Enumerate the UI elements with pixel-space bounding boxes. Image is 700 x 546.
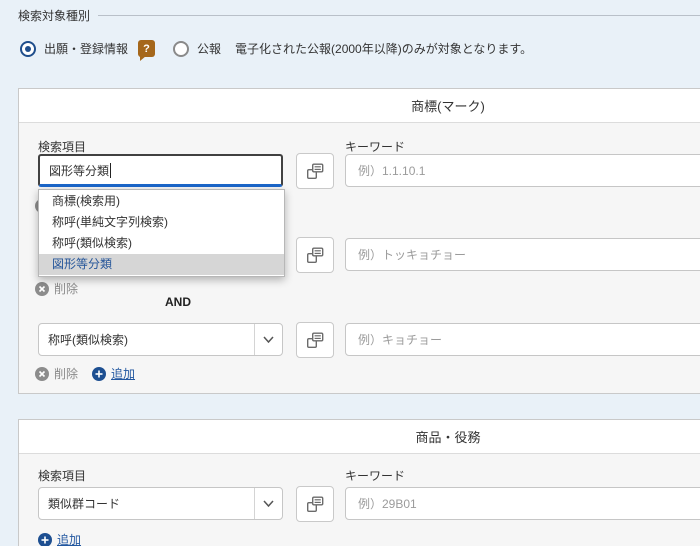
radio-gazette-label: 公報 bbox=[197, 42, 222, 56]
keyword-label-1: キーワード bbox=[345, 140, 406, 154]
help-icon[interactable]: ? bbox=[138, 40, 156, 61]
search-item-dropdown-list: 商標(検索用) 称呼(単純文字列検索) 称呼(類似検索) 図形等分類 bbox=[38, 189, 285, 277]
text-caret bbox=[110, 162, 112, 178]
copy-window-button-row2[interactable] bbox=[296, 237, 334, 273]
dropdown-option-similar-call[interactable]: 称呼(類似検索) bbox=[39, 233, 284, 254]
copy-window-icon bbox=[307, 163, 324, 180]
search-item-label-goods: 検索項目 bbox=[38, 469, 87, 483]
copy-window-button-row3[interactable] bbox=[296, 322, 334, 358]
combobox-separator bbox=[254, 488, 255, 519]
section-title-search-target: 検索対象種別 bbox=[18, 9, 91, 23]
copy-window-icon bbox=[307, 332, 324, 349]
keyword-input-row3[interactable] bbox=[345, 323, 700, 356]
search-target-page: 検索対象種別 出願・登録情報 ? 公報 電子化された公報(2000年以降)のみが… bbox=[0, 0, 700, 546]
chevron-down-icon bbox=[263, 335, 274, 343]
delete-link-row3-label[interactable]: 削除 bbox=[54, 365, 78, 382]
search-item-combobox-row1[interactable]: 図形等分類 bbox=[38, 154, 283, 187]
add-circle-icon bbox=[38, 532, 52, 546]
copy-window-icon bbox=[307, 247, 324, 264]
gazette-note: 電子化された公報(2000年以降)のみが対象となります。 bbox=[235, 42, 533, 56]
trademark-panel-header: 商標(マーク) bbox=[19, 89, 700, 123]
search-item-combobox-goods-value: 類似群コード bbox=[48, 497, 121, 511]
delete-circle-icon bbox=[35, 281, 49, 296]
goods-panel-header: 商品・役務 bbox=[19, 420, 700, 454]
search-item-combobox-row3-value: 称呼(類似検索) bbox=[48, 333, 128, 347]
copy-window-button-row1[interactable] bbox=[296, 153, 334, 189]
keyword-input-row2[interactable] bbox=[345, 238, 700, 271]
add-link-goods[interactable]: 追加 bbox=[38, 531, 81, 546]
add-circle-icon[interactable] bbox=[92, 366, 107, 381]
delete-circle-icon[interactable] bbox=[35, 366, 49, 381]
search-item-combobox-goods[interactable]: 類似群コード bbox=[38, 487, 283, 520]
keyword-input-goods[interactable] bbox=[345, 487, 700, 520]
add-link-goods-label: 追加 bbox=[57, 533, 82, 546]
goods-panel-title: 商品・役務 bbox=[415, 430, 481, 445]
search-item-combobox-row3[interactable]: 称呼(類似検索) bbox=[38, 323, 283, 356]
copy-window-button-goods[interactable] bbox=[296, 486, 334, 522]
chevron-down-icon bbox=[263, 499, 274, 507]
row3-link-row: 削除 追加 bbox=[35, 365, 135, 382]
radio-application-registration-label: 出願・登録情報 bbox=[44, 42, 129, 56]
search-item-combobox-row1-value: 図形等分類 bbox=[49, 163, 110, 178]
radio-application-registration[interactable] bbox=[20, 40, 36, 57]
trademark-panel-title: 商標(マーク) bbox=[411, 99, 485, 114]
section-divider bbox=[98, 15, 700, 16]
and-operator-label: AND bbox=[165, 295, 191, 309]
radio-gazette[interactable] bbox=[173, 40, 190, 57]
dropdown-option-trademark-search[interactable]: 商標(検索用) bbox=[39, 191, 284, 212]
keyword-label-goods: キーワード bbox=[345, 469, 406, 483]
keyword-input-row1[interactable] bbox=[345, 154, 700, 187]
dropdown-option-figure-classification[interactable]: 図形等分類 bbox=[39, 254, 284, 275]
search-item-label-1: 検索項目 bbox=[38, 140, 87, 154]
copy-window-icon bbox=[307, 496, 324, 513]
target-type-radio-row: 出願・登録情報 ? 公報 電子化された公報(2000年以降)のみが対象となります… bbox=[20, 40, 533, 61]
dropdown-option-simple-string[interactable]: 称呼(単純文字列検索) bbox=[39, 212, 284, 233]
combobox-separator bbox=[254, 324, 255, 355]
add-link-trademark-label[interactable]: 追加 bbox=[111, 365, 135, 382]
